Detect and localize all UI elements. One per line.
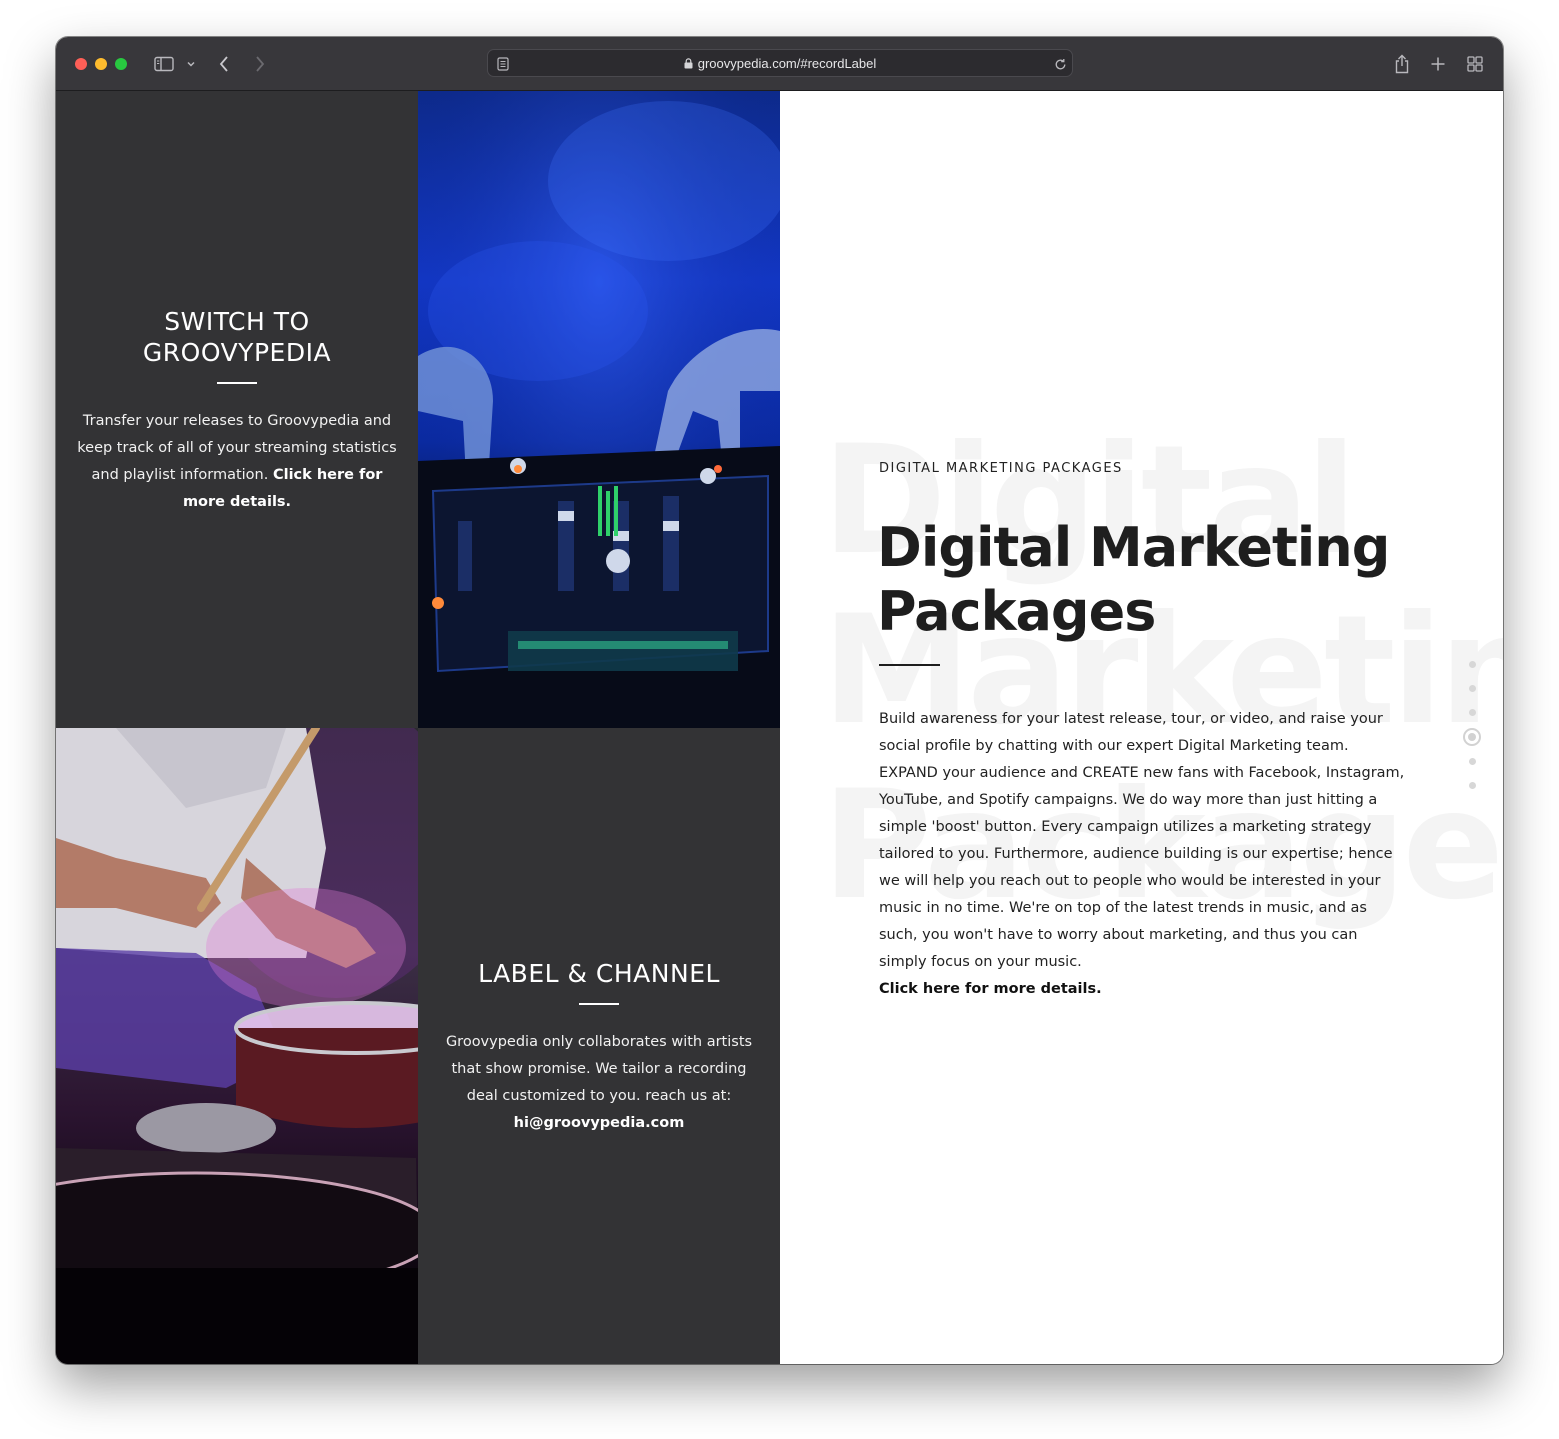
- section-kicker: DIGITAL MARKETING PACKAGES: [879, 461, 1123, 476]
- switch-promo: SWITCH TO GROOVYPEDIA Transfer your rele…: [76, 306, 398, 516]
- label-text: Groovypedia only collaborates with artis…: [438, 1029, 760, 1137]
- forward-icon[interactable]: [252, 51, 268, 77]
- section-heading: Digital Marketing Packages: [877, 516, 1390, 644]
- label-promo: LABEL & CHANNEL Groovypedia only collabo…: [438, 958, 760, 1137]
- switch-divider: [217, 382, 257, 384]
- new-tab-icon[interactable]: [1429, 51, 1447, 77]
- tab-overview-icon[interactable]: [1466, 51, 1484, 77]
- pagination-dot[interactable]: [1468, 782, 1476, 789]
- switch-title-line2: GROOVYPEDIA: [142, 338, 332, 367]
- label-title: LABEL & CHANNEL: [478, 959, 720, 988]
- dj-mixer-photo: [418, 91, 780, 728]
- label-panel: LABEL & CHANNEL Groovypedia only collabo…: [418, 728, 780, 1364]
- browser-window: groovypedia.com/#recordLabel SWITCH TO G…: [56, 37, 1503, 1364]
- url-display[interactable]: groovypedia.com/#recordLabel: [488, 50, 1072, 78]
- section-body: Build awareness for your latest release,…: [879, 711, 1405, 970]
- heading-line2: Packages: [877, 580, 1156, 643]
- url-text: groovypedia.com/#recordLabel: [697, 56, 877, 71]
- lock-icon: [684, 51, 693, 79]
- email-link[interactable]: hi@groovypedia.com: [514, 1115, 685, 1131]
- marketing-section: Digital Marketing Packages DIGITAL MARKE…: [780, 91, 1503, 1364]
- close-window-button[interactable]: [75, 58, 87, 70]
- reload-icon[interactable]: [1053, 51, 1067, 77]
- label-description: Groovypedia only collaborates with artis…: [445, 1034, 753, 1104]
- pagination-dot[interactable]: [1468, 685, 1476, 692]
- switch-text: Transfer your releases to Groovypedia an…: [76, 408, 398, 516]
- back-icon[interactable]: [216, 51, 232, 77]
- marketing-details-link[interactable]: Click here for more details.: [879, 976, 1102, 1003]
- zoom-window-button[interactable]: [115, 58, 127, 70]
- drummer-photo: [56, 728, 418, 1364]
- pagination-dot-inner: [1468, 733, 1476, 741]
- sidebar-icon[interactable]: [153, 51, 175, 77]
- pagination-dot-active[interactable]: [1463, 728, 1481, 746]
- chevron-down-icon[interactable]: [185, 51, 197, 77]
- label-divider: [579, 1003, 619, 1005]
- browser-toolbar: groovypedia.com/#recordLabel: [56, 37, 1503, 91]
- switch-panel: SWITCH TO GROOVYPEDIA Transfer your rele…: [56, 91, 418, 728]
- heading-line1: Digital Marketing: [877, 516, 1390, 579]
- switch-title-line1: SWITCH TO: [164, 307, 310, 336]
- share-icon[interactable]: [1392, 51, 1412, 77]
- address-bar[interactable]: groovypedia.com/#recordLabel: [487, 49, 1073, 77]
- pagination-dot[interactable]: [1468, 758, 1476, 765]
- minimize-window-button[interactable]: [95, 58, 107, 70]
- switch-title: SWITCH TO GROOVYPEDIA: [76, 306, 398, 368]
- pagination-dot[interactable]: [1468, 709, 1476, 716]
- pagination-dot[interactable]: [1468, 661, 1476, 668]
- page-content: SWITCH TO GROOVYPEDIA Transfer your rele…: [56, 91, 1503, 1364]
- page-pagination: [1463, 661, 1481, 806]
- heading-divider: [879, 664, 940, 666]
